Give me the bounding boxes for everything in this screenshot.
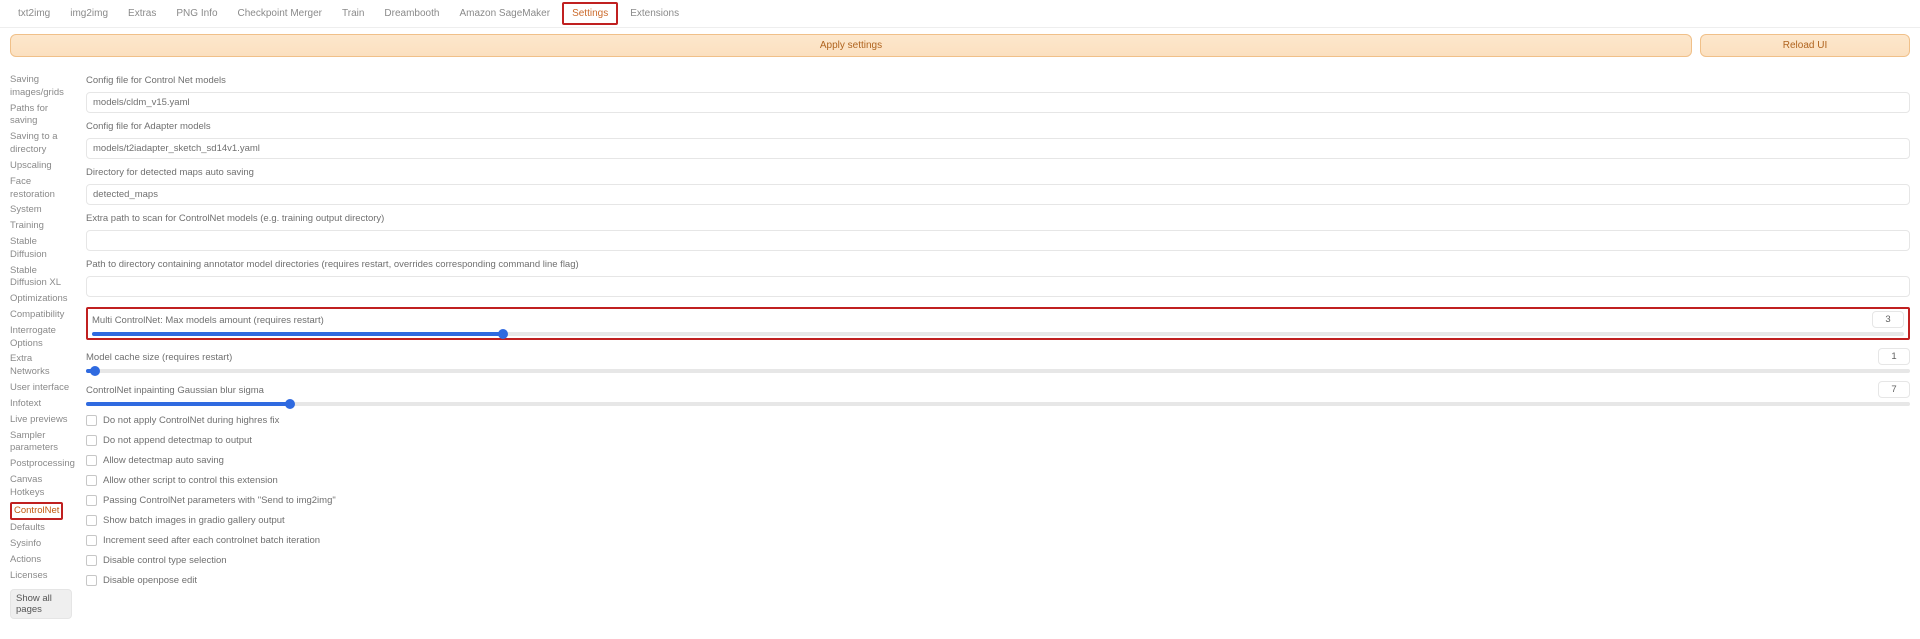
sidebar-item-training[interactable]: Training	[10, 219, 72, 234]
sidebar-item-controlnet[interactable]: ControlNet	[10, 502, 63, 521]
check-label: Do not append detectmap to output	[103, 435, 252, 446]
check-label: Do not apply ControlNet during highres f…	[103, 415, 279, 426]
sidebar-item-postprocessing[interactable]: Postprocessing	[10, 457, 72, 472]
tab-checkpoint-merger[interactable]: Checkpoint Merger	[230, 4, 330, 23]
annotator-path-input[interactable]	[86, 276, 1910, 297]
config-cnet-label: Config file for Control Net models	[86, 75, 1910, 86]
check-increment-seed: Increment seed after each controlnet bat…	[86, 535, 1910, 546]
tab-train[interactable]: Train	[334, 4, 372, 23]
detected-dir-input[interactable]	[86, 184, 1910, 205]
cache-slider[interactable]	[86, 369, 1910, 373]
check-no-append-detectmap: Do not append detectmap to output	[86, 435, 1910, 446]
check-pass-send-img2img: Passing ControlNet parameters with "Send…	[86, 495, 1910, 506]
checkbox[interactable]	[86, 555, 97, 566]
checkbox[interactable]	[86, 495, 97, 506]
sidebar-item-saving-images[interactable]: Saving images/grids	[10, 73, 72, 101]
sidebar-item-licenses[interactable]: Licenses	[10, 569, 72, 584]
multi-controlnet-value[interactable]: 3	[1872, 311, 1904, 328]
check-disable-openpose-edit: Disable openpose edit	[86, 575, 1910, 586]
config-adapter-label: Config file for Adapter models	[86, 121, 1910, 132]
detected-dir-label: Directory for detected maps auto saving	[86, 167, 1910, 178]
checkbox[interactable]	[86, 515, 97, 526]
sidebar-item-defaults[interactable]: Defaults	[10, 521, 72, 536]
sidebar-item-face-restoration[interactable]: Face restoration	[10, 175, 72, 203]
sidebar-item-ui[interactable]: User interface	[10, 381, 72, 396]
action-bar: Apply settings Reload UI	[0, 28, 1920, 63]
extra-path-input[interactable]	[86, 230, 1910, 251]
settings-sidebar: Saving images/grids Paths for saving Sav…	[10, 73, 72, 619]
check-show-batch-gallery: Show batch images in gradio gallery outp…	[86, 515, 1910, 526]
multi-controlnet-slider[interactable]	[92, 332, 1904, 336]
config-cnet-input[interactable]	[86, 92, 1910, 113]
multi-controlnet-slider-block: Multi ControlNet: Max models amount (req…	[86, 307, 1910, 340]
config-adapter-input[interactable]	[86, 138, 1910, 159]
tab-settings[interactable]: Settings	[562, 2, 618, 25]
sidebar-item-saving-dir[interactable]: Saving to a directory	[10, 130, 72, 158]
check-label: Disable openpose edit	[103, 575, 197, 586]
sidebar-item-sampler[interactable]: Sampler parameters	[10, 429, 72, 457]
cache-value[interactable]: 1	[1878, 348, 1910, 365]
check-no-highres: Do not apply ControlNet during highres f…	[86, 415, 1910, 426]
sidebar-item-sdxl[interactable]: Stable Diffusion XL	[10, 264, 72, 292]
tab-extensions[interactable]: Extensions	[622, 4, 687, 23]
checkbox[interactable]	[86, 535, 97, 546]
check-label: Increment seed after each controlnet bat…	[103, 535, 320, 546]
checkbox[interactable]	[86, 455, 97, 466]
sidebar-item-sd[interactable]: Stable Diffusion	[10, 235, 72, 263]
tab-pnginfo[interactable]: PNG Info	[168, 4, 225, 23]
check-allow-detectmap-save: Allow detectmap auto saving	[86, 455, 1910, 466]
tab-img2img[interactable]: img2img	[62, 4, 116, 23]
checkbox[interactable]	[86, 435, 97, 446]
sidebar-item-extra-networks[interactable]: Extra Networks	[10, 352, 72, 380]
check-label: Show batch images in gradio gallery outp…	[103, 515, 285, 526]
checkbox[interactable]	[86, 475, 97, 486]
top-tabs: txt2img img2img Extras PNG Info Checkpoi…	[0, 0, 1920, 28]
tab-dreambooth[interactable]: Dreambooth	[376, 4, 447, 23]
extra-path-label: Extra path to scan for ControlNet models…	[86, 213, 1910, 224]
blur-value[interactable]: 7	[1878, 381, 1910, 398]
sidebar-item-compatibility[interactable]: Compatibility	[10, 308, 72, 323]
sidebar-item-optimizations[interactable]: Optimizations	[10, 292, 72, 307]
check-label: Passing ControlNet parameters with "Send…	[103, 495, 336, 506]
show-all-pages-button[interactable]: Show all pages	[10, 589, 72, 619]
checkbox[interactable]	[86, 575, 97, 586]
blur-label: ControlNet inpainting Gaussian blur sigm…	[86, 385, 264, 396]
sidebar-item-system[interactable]: System	[10, 203, 72, 218]
checkbox[interactable]	[86, 415, 97, 426]
check-label: Disable control type selection	[103, 555, 227, 566]
check-label: Allow other script to control this exten…	[103, 475, 278, 486]
reload-ui-button[interactable]: Reload UI	[1700, 34, 1910, 57]
tab-sagemaker[interactable]: Amazon SageMaker	[451, 4, 558, 23]
check-disable-control-type: Disable control type selection	[86, 555, 1910, 566]
settings-content: Config file for Control Net models Confi…	[86, 73, 1910, 619]
blur-slider[interactable]	[86, 402, 1910, 406]
sidebar-item-paths[interactable]: Paths for saving	[10, 102, 72, 130]
tab-extras[interactable]: Extras	[120, 4, 164, 23]
sidebar-item-interrogate[interactable]: Interrogate Options	[10, 324, 72, 352]
cache-slider-block: Model cache size (requires restart) 1	[86, 348, 1910, 373]
sidebar-item-live-previews[interactable]: Live previews	[10, 413, 72, 428]
check-label: Allow detectmap auto saving	[103, 455, 224, 466]
cache-label: Model cache size (requires restart)	[86, 352, 232, 363]
check-allow-other-script: Allow other script to control this exten…	[86, 475, 1910, 486]
sidebar-item-sysinfo[interactable]: Sysinfo	[10, 537, 72, 552]
multi-controlnet-label: Multi ControlNet: Max models amount (req…	[92, 315, 324, 326]
annotator-path-label: Path to directory containing annotator m…	[86, 259, 1910, 270]
sidebar-item-actions[interactable]: Actions	[10, 553, 72, 568]
sidebar-item-canvas-hotkeys[interactable]: Canvas Hotkeys	[10, 473, 72, 501]
tab-txt2img[interactable]: txt2img	[10, 4, 58, 23]
sidebar-item-infotext[interactable]: Infotext	[10, 397, 72, 412]
blur-slider-block: ControlNet inpainting Gaussian blur sigm…	[86, 381, 1910, 406]
sidebar-item-upscaling[interactable]: Upscaling	[10, 159, 72, 174]
apply-settings-button[interactable]: Apply settings	[10, 34, 1692, 57]
